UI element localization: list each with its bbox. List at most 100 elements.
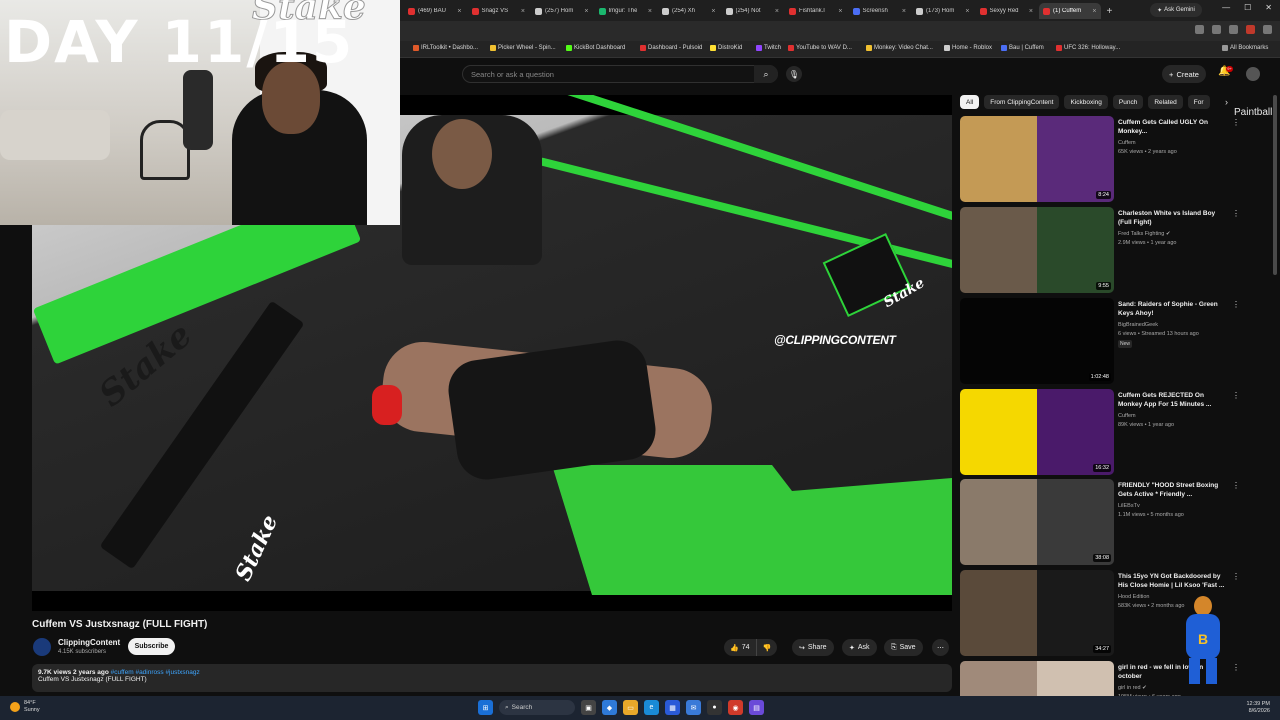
bookmark-item[interactable]: Dashboard - Pulsoid — [640, 45, 702, 51]
share-button[interactable]: ↪ Share — [792, 639, 834, 656]
video-thumbnail[interactable]: 38:08 — [960, 479, 1114, 565]
bookmark-item[interactable]: UFC 326: Holloway... — [1056, 45, 1120, 51]
mic-button[interactable]: 🎙 — [786, 66, 802, 82]
star-icon[interactable] — [1212, 25, 1221, 34]
chrome-icon[interactable]: ◉ — [728, 700, 743, 715]
ask-button[interactable]: ✦ Ask — [842, 639, 877, 656]
close-tab-icon[interactable]: × — [902, 8, 906, 15]
filter-chip[interactable]: From ClippingContent — [984, 95, 1060, 109]
search-button[interactable]: ⌕ — [754, 65, 778, 83]
file-explorer-icon[interactable]: ▭ — [623, 700, 638, 715]
video-thumbnail[interactable]: 9:55 — [960, 207, 1114, 293]
subscribe-button[interactable]: Subscribe — [128, 638, 175, 655]
task-view-icon[interactable]: ▣ — [581, 700, 596, 715]
video-channel[interactable]: Hood Edition — [1118, 594, 1150, 600]
dislike-button[interactable]: 👎 — [755, 639, 778, 656]
more-icon[interactable]: ⋮ — [1232, 209, 1240, 218]
search-input[interactable]: Search or ask a question — [462, 65, 778, 83]
obs-icon[interactable]: ● — [707, 700, 722, 715]
bookmark-item[interactable]: IRLToolkit • Dashbo... — [413, 45, 478, 51]
menu-icon[interactable] — [1263, 25, 1272, 34]
close-tab-icon[interactable]: × — [1029, 8, 1033, 15]
video-thumbnail[interactable]: 1:02:48 — [960, 298, 1114, 384]
browser-tab[interactable]: (173) Hom × — [912, 3, 974, 19]
taskbar-search[interactable]: ⌕ Search — [499, 700, 575, 715]
extension-icon[interactable] — [1195, 25, 1204, 34]
browser-tab[interactable]: Fishtank.l × — [785, 3, 847, 19]
video-title[interactable]: FRIENDLY "HOOD Street Boxing Gets Active… — [1118, 481, 1228, 499]
video-thumbnail[interactable]: 8:24 — [960, 116, 1114, 202]
chevron-right-icon[interactable]: › — [1225, 97, 1228, 107]
video-title[interactable]: Charleston White vs Island Boy (Full Fig… — [1118, 209, 1228, 227]
close-tab-icon[interactable]: × — [711, 8, 715, 15]
video-title[interactable]: Sand: Raiders of Sophie - Green Keys Aho… — [1118, 300, 1228, 318]
avatar[interactable] — [1246, 67, 1260, 81]
bookmark-item[interactable]: Home - Roblox — [944, 45, 992, 51]
copilot-icon[interactable]: ◆ — [602, 700, 617, 715]
browser-tab[interactable]: (1) Cuffem × — [1039, 3, 1101, 19]
video-title[interactable]: Cuffem Gets REJECTED On Monkey App For 1… — [1118, 391, 1228, 409]
like-button[interactable]: 👍 74 — [724, 639, 756, 656]
browser-tab[interactable]: Imgur: The × — [595, 3, 657, 19]
video-title[interactable]: This 15yo YN Got Backdoored by His Close… — [1118, 572, 1228, 590]
recommended-video[interactable]: 1:02:48 Sand: Raiders of Sophie - Green K… — [960, 298, 1240, 384]
more-icon[interactable]: ⋮ — [1232, 481, 1240, 490]
system-clock[interactable]: 12:39 PM 8/6/2026 — [1246, 701, 1270, 715]
recommended-video[interactable]: 16:32 Cuffem Gets REJECTED On Monkey App … — [960, 389, 1240, 475]
start-icon[interactable]: ⊞ — [478, 700, 493, 715]
store-icon[interactable]: ▦ — [665, 700, 680, 715]
video-thumbnail[interactable]: 34:27 — [960, 570, 1114, 656]
extension-icon[interactable] — [1246, 25, 1255, 34]
bookmark-item[interactable]: KickBot Dashboard — [566, 45, 625, 51]
filter-chip[interactable]: For — [1187, 95, 1210, 109]
close-tab-icon[interactable]: × — [838, 8, 842, 15]
more-icon[interactable]: ⋮ — [1232, 118, 1240, 127]
more-icon[interactable]: ⋮ — [1232, 572, 1240, 581]
browser-tab[interactable]: (254) Not × — [722, 3, 784, 19]
bookmark-item[interactable]: Picker Wheel - Spin... — [490, 45, 556, 51]
filter-chip[interactable]: Punch — [1112, 95, 1144, 109]
video-channel[interactable]: BigBrainedGeek — [1118, 322, 1158, 328]
ask-gemini-button[interactable]: ✦ Ask Gemini — [1150, 3, 1202, 17]
hashtags[interactable]: #cuffem #adinross #justxsnagz — [111, 669, 200, 676]
video-channel[interactable]: girl in red ✔ — [1118, 685, 1147, 691]
channel-name[interactable]: ClippingContent — [58, 638, 120, 647]
recommended-video[interactable]: 38:08 FRIENDLY "HOOD Street Boxing Gets A… — [960, 479, 1240, 565]
video-title[interactable]: Cuffem Gets Called UGLY On Monkey... — [1118, 118, 1228, 136]
recommended-video[interactable]: 8:24 Cuffem Gets Called UGLY On Monkey...… — [960, 116, 1240, 202]
new-tab-button[interactable]: + — [1103, 3, 1117, 19]
mail-icon[interactable]: ✉ — [686, 700, 701, 715]
recommended-video[interactable]: 9:55 Charleston White vs Island Boy (Full… — [960, 207, 1240, 293]
browser-tab[interactable]: Snagz VS × — [468, 3, 530, 19]
minimize-icon[interactable]: — — [1222, 3, 1230, 12]
close-tab-icon[interactable]: × — [775, 8, 779, 15]
description-box[interactable]: 9.7K views 2 years ago #cuffem #adinross… — [32, 664, 952, 692]
browser-tab[interactable]: (469) BAU × — [404, 3, 466, 19]
close-tab-icon[interactable]: × — [457, 8, 461, 15]
extension-icon[interactable] — [1229, 25, 1238, 34]
browser-tab[interactable]: Screensh × — [849, 3, 911, 19]
filter-chip[interactable]: All — [960, 95, 980, 109]
more-button[interactable]: ⋯ — [932, 639, 949, 656]
video-thumbnail[interactable] — [960, 661, 1114, 696]
browser-tab[interactable]: (254) Xh × — [658, 3, 720, 19]
bookmark-item[interactable]: Twitch — [756, 45, 781, 51]
more-icon[interactable]: ⋮ — [1232, 663, 1240, 672]
channel-avatar[interactable] — [33, 638, 51, 656]
all-bookmarks[interactable]: All Bookmarks — [1222, 45, 1268, 51]
browser-tab[interactable]: Sexyy Red × — [976, 3, 1038, 19]
close-tab-icon[interactable]: × — [584, 8, 588, 15]
video-thumbnail[interactable]: 16:32 — [960, 389, 1114, 475]
save-button[interactable]: ⎘ Save — [884, 639, 923, 656]
bookmark-item[interactable]: Monkey: Video Chat... — [866, 45, 933, 51]
app-icon[interactable]: ▤ — [749, 700, 764, 715]
bookmark-item[interactable]: Bau | Cuffem — [1001, 45, 1044, 51]
close-tab-icon[interactable]: × — [965, 8, 969, 15]
edge-icon[interactable]: e — [644, 700, 659, 715]
video-channel[interactable]: Cuffem — [1118, 413, 1136, 419]
create-button[interactable]: + Create — [1162, 65, 1206, 83]
browser-tab[interactable]: (257) Hom × — [531, 3, 593, 19]
maximize-icon[interactable]: ☐ — [1244, 3, 1251, 12]
weather-widget[interactable]: 84°F Sunny — [10, 700, 40, 714]
close-tab-icon[interactable]: × — [1092, 8, 1096, 15]
